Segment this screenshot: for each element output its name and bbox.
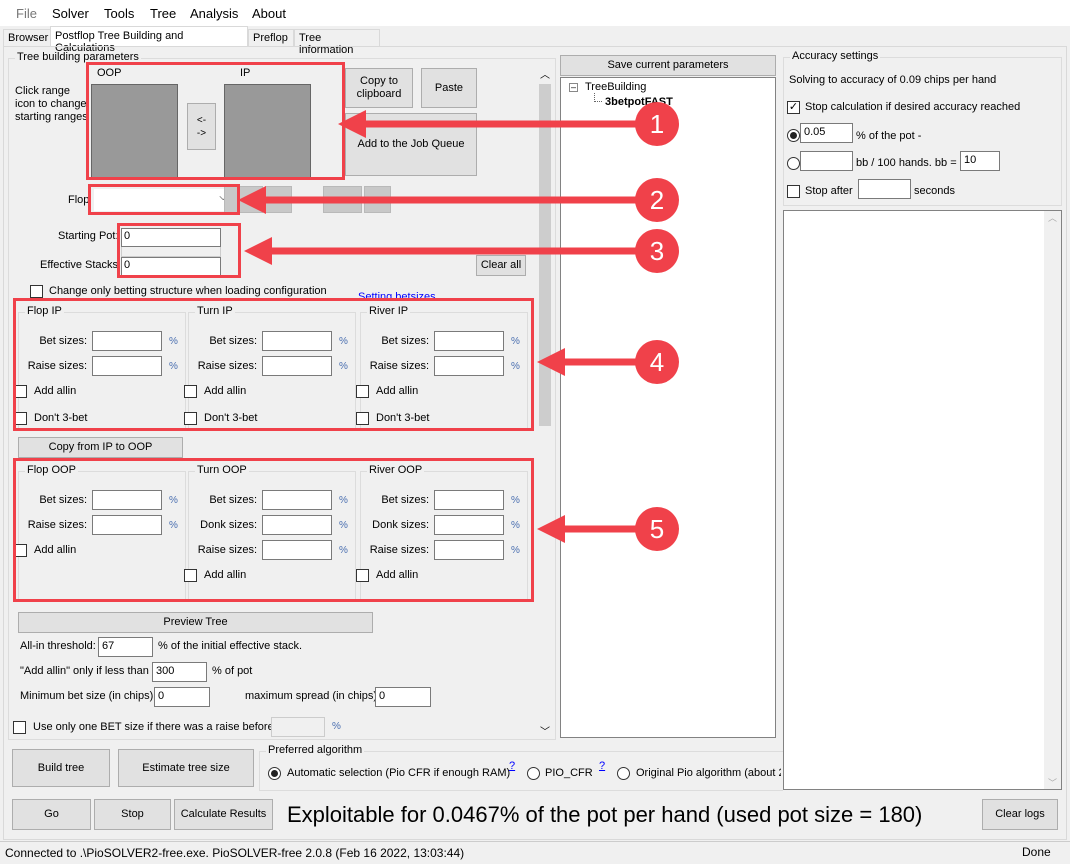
callout-number: 5 (650, 514, 664, 544)
callout-arrow-3: 3 (244, 229, 679, 273)
callout-arrow-2: 2 (238, 178, 679, 222)
callout-number: 4 (650, 347, 664, 377)
callout-number: 2 (650, 185, 664, 215)
callout-number: 3 (650, 236, 664, 266)
callout-number: 1 (650, 109, 664, 139)
callout-arrow-5: 5 (537, 507, 679, 551)
callout-arrow-4: 4 (537, 340, 679, 384)
annotation-arrows: 1 2 3 4 5 (238, 102, 679, 551)
callout-arrow-1: 1 (338, 102, 679, 146)
